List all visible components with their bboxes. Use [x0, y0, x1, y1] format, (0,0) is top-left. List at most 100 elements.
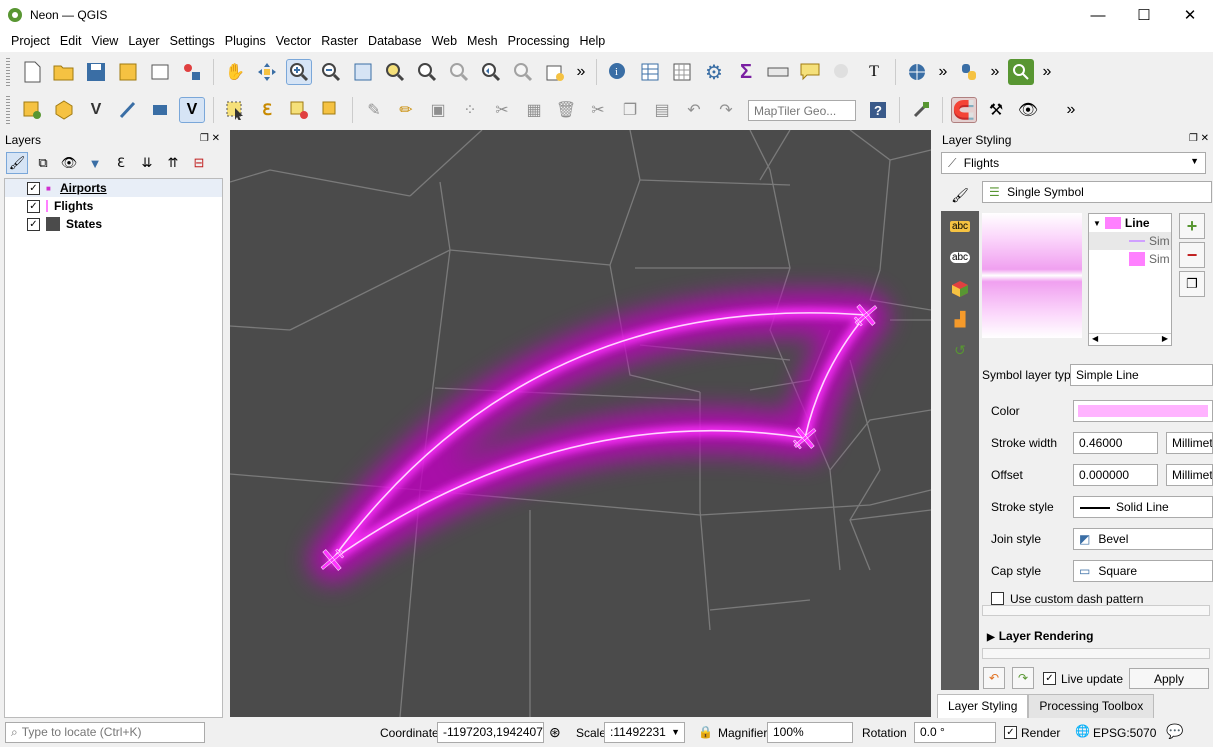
- join-style-select[interactable]: ◩ Bevel: [1073, 528, 1213, 550]
- zoom-last-icon[interactable]: [478, 59, 504, 85]
- tree-hscrollbar[interactable]: ◀ ▶: [1089, 333, 1171, 345]
- layer-rendering-section[interactable]: ▶ Layer Rendering: [987, 629, 1093, 643]
- toolbar-overflow-icon[interactable]: »: [1040, 59, 1054, 85]
- stroke-style-select[interactable]: Solid Line: [1073, 496, 1213, 518]
- symbol-layer-type-select[interactable]: Simple Line: [1070, 364, 1213, 386]
- pan-to-selection-icon[interactable]: [254, 59, 280, 85]
- vector-layer-icon[interactable]: V: [179, 97, 205, 123]
- offset-unit-select[interactable]: Millimete: [1166, 464, 1213, 486]
- delete-selected-icon[interactable]: 🗑: [553, 97, 579, 123]
- lock-scale-icon[interactable]: 🔒: [698, 725, 713, 739]
- save-project-icon[interactable]: [83, 59, 109, 85]
- menu-help[interactable]: Help: [574, 34, 610, 48]
- expand-all-icon[interactable]: ⇊: [136, 152, 158, 174]
- save-as-icon[interactable]: [115, 59, 141, 85]
- layer-visibility-checkbox[interactable]: ✓: [27, 217, 40, 231]
- diagrams-icon[interactable]: ▟: [941, 304, 979, 335]
- visibility-eye-icon[interactable]: 👁: [1015, 97, 1041, 123]
- web-services-globe-icon[interactable]: [904, 59, 930, 85]
- decorations-icon[interactable]: [829, 59, 855, 85]
- redo-style-button[interactable]: ↷: [1012, 667, 1034, 689]
- menu-mesh[interactable]: Mesh: [462, 34, 503, 48]
- messages-icon[interactable]: 💬: [1166, 723, 1183, 740]
- attribute-table-icon[interactable]: [637, 59, 663, 85]
- horizontal-scrollbar[interactable]: [982, 648, 1210, 659]
- open-project-icon[interactable]: [51, 59, 77, 85]
- stroke-width-input[interactable]: 0.46000: [1073, 432, 1158, 454]
- color-button[interactable]: [1073, 400, 1213, 422]
- toolbar-overflow-icon[interactable]: »: [936, 59, 950, 85]
- history-icon[interactable]: ↺: [941, 335, 979, 366]
- maximize-button[interactable]: ☐: [1121, 0, 1167, 30]
- menu-edit[interactable]: Edit: [55, 34, 87, 48]
- zoom-to-layer-icon[interactable]: [414, 59, 440, 85]
- stroke-width-unit-select[interactable]: Millimete: [1166, 432, 1213, 454]
- zoom-next-icon[interactable]: [510, 59, 536, 85]
- maptiler-geocoder-input[interactable]: MapTiler Geo...: [748, 99, 856, 121]
- layer-row-states[interactable]: ✓ States: [5, 215, 222, 233]
- toolbar-overflow-icon[interactable]: »: [574, 59, 588, 85]
- collapse-all-icon[interactable]: ⇈: [162, 152, 184, 174]
- add-feature-icon[interactable]: ⁘: [457, 97, 483, 123]
- style-brush-icon[interactable]: 🖌: [6, 152, 28, 174]
- 3d-view-cube-icon[interactable]: [941, 273, 979, 304]
- select-features-icon[interactable]: [222, 97, 248, 123]
- identify-icon[interactable]: i: [605, 59, 631, 85]
- crs-globe-icon[interactable]: 🌐: [1075, 724, 1090, 738]
- tab-processing-toolbox[interactable]: Processing Toolbox: [1028, 694, 1155, 718]
- menu-vector[interactable]: Vector: [271, 34, 316, 48]
- cut-features-icon[interactable]: ✂: [585, 97, 611, 123]
- manage-visibility-eye-icon[interactable]: 👁: [58, 152, 80, 174]
- open-data-source-manager-icon[interactable]: [19, 97, 45, 123]
- layer-row-airports[interactable]: ✓ ■ Airports: [5, 179, 222, 197]
- tracing-icon[interactable]: ⚒: [983, 97, 1009, 123]
- magnifier-input[interactable]: 100%: [767, 722, 853, 743]
- new-shapefile-icon[interactable]: V: [83, 97, 109, 123]
- text-annotation-icon[interactable]: T: [861, 59, 887, 85]
- zoom-to-selection-icon[interactable]: [382, 59, 408, 85]
- zoom-full-icon[interactable]: [350, 59, 376, 85]
- symbol-layer-item[interactable]: Sim: [1089, 250, 1171, 268]
- zoom-native-icon[interactable]: [446, 59, 472, 85]
- help-icon[interactable]: ?: [865, 97, 891, 123]
- close-button[interactable]: ✕: [1167, 0, 1213, 30]
- modify-attributes-icon[interactable]: ▦: [521, 97, 547, 123]
- layer-row-flights[interactable]: ✓ Flights: [5, 197, 222, 215]
- add-symbol-layer-button[interactable]: +: [1179, 213, 1205, 239]
- menu-processing[interactable]: Processing: [503, 34, 575, 48]
- toolbar-overflow-icon[interactable]: »: [988, 59, 1002, 85]
- toolbar-overflow-icon[interactable]: »: [1064, 97, 1078, 123]
- save-layer-edits-icon[interactable]: ▣: [425, 97, 451, 123]
- minimize-button[interactable]: —: [1075, 0, 1121, 30]
- toggle-extents-icon[interactable]: ⊛: [549, 724, 561, 741]
- new-geopackage-icon[interactable]: [51, 97, 77, 123]
- vertex-tool-icon[interactable]: ✂: [489, 97, 515, 123]
- custom-dash-checkbox[interactable]: [991, 592, 1004, 605]
- symbol-layer-item[interactable]: Sim: [1089, 232, 1171, 250]
- scale-select[interactable]: :11492231 ▼: [604, 722, 685, 743]
- rotation-input[interactable]: 0.0 °: [914, 722, 996, 743]
- renderer-selector[interactable]: ☰ Single Symbol: [982, 181, 1212, 203]
- menu-raster[interactable]: Raster: [316, 34, 363, 48]
- new-temporary-layer-icon[interactable]: [115, 97, 141, 123]
- undo-style-button[interactable]: ↶: [983, 667, 1005, 689]
- zoom-out-icon[interactable]: [318, 59, 344, 85]
- toolbar-grip[interactable]: [6, 96, 10, 124]
- render-checkbox[interactable]: ✓: [1004, 726, 1017, 739]
- processing-gear-icon[interactable]: ⚙: [701, 59, 727, 85]
- zoom-in-icon[interactable]: [286, 59, 312, 85]
- deselect-features-icon[interactable]: [286, 97, 312, 123]
- menu-layer[interactable]: Layer: [123, 34, 164, 48]
- crs-button[interactable]: EPSG:5070: [1093, 726, 1156, 740]
- toggle-editing-pencil-icon[interactable]: ✏: [393, 97, 419, 123]
- symbol-tree-root[interactable]: ▼ Line: [1089, 214, 1171, 232]
- apply-button[interactable]: Apply: [1129, 668, 1209, 689]
- filter-funnel-icon[interactable]: ▼: [84, 152, 106, 174]
- remove-symbol-layer-button[interactable]: −: [1179, 242, 1205, 268]
- undo-icon[interactable]: ↶: [681, 97, 707, 123]
- pan-hand-icon[interactable]: ✋: [222, 59, 248, 85]
- layer-selector[interactable]: ⟋ Flights ▼: [941, 152, 1206, 174]
- menu-project[interactable]: Project: [6, 34, 55, 48]
- cap-style-select[interactable]: ▭ Square: [1073, 560, 1213, 582]
- map-canvas[interactable]: [230, 130, 931, 717]
